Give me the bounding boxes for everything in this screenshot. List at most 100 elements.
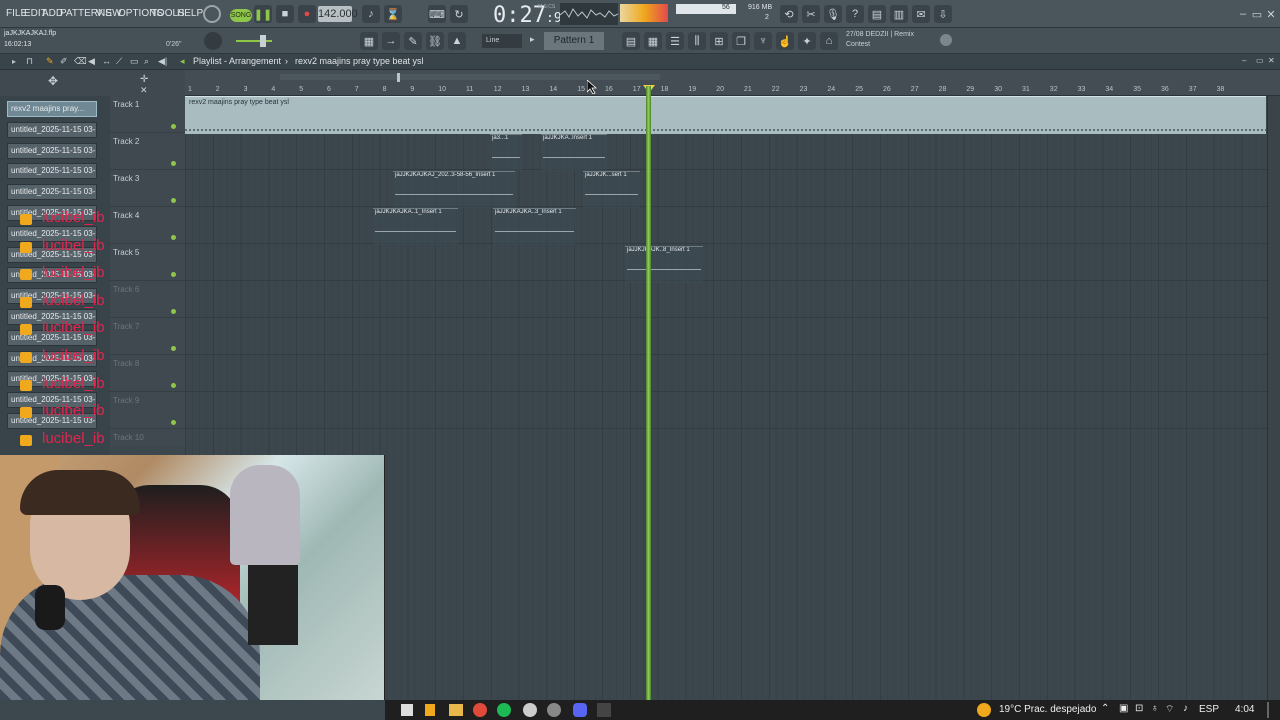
show-desktop-button[interactable] xyxy=(1267,702,1269,718)
chrome-icon[interactable] xyxy=(473,703,487,717)
channel-rack-icon[interactable]: ▦ xyxy=(644,32,662,50)
track-header[interactable]: Track 9 xyxy=(110,392,185,429)
picker-item-pattern[interactable]: untitled_2025-11-15 03-... xyxy=(7,184,97,201)
sliders-icon[interactable]: ⫼ xyxy=(688,32,706,50)
mixer-view-icon[interactable]: ☰ xyxy=(666,32,684,50)
slip-tool-icon[interactable]: ↔ xyxy=(102,56,111,66)
pause-button[interactable]: ❚❚ xyxy=(254,5,272,23)
pattern-clip[interactable]: jaJJKJKAJK..8_Insert 1 xyxy=(625,246,703,283)
language-indicator[interactable]: ESP xyxy=(1199,704,1219,715)
track-mute-led[interactable] xyxy=(171,420,176,425)
bridge-icon[interactable]: ⌂ xyxy=(820,32,838,50)
pattern-clip[interactable]: jaJJKJKAJKA..1_Insert 1 xyxy=(373,208,458,245)
stamp-icon[interactable]: ▲ xyxy=(448,32,466,50)
file-explorer-icon[interactable] xyxy=(449,704,463,716)
tempo-display[interactable]: 142.000 xyxy=(318,6,358,22)
picker-move-icon[interactable]: ✥ xyxy=(48,74,58,88)
snap-selector[interactable]: Line xyxy=(482,34,522,48)
crosshair-icon[interactable]: ✛ xyxy=(140,74,148,85)
piano-roll-icon[interactable]: ▦ xyxy=(360,32,378,50)
task-view-icon[interactable] xyxy=(401,704,413,716)
track-header[interactable]: Track 5 xyxy=(110,244,185,281)
playlist-close-icon[interactable]: ✕ xyxy=(1268,56,1275,65)
track-header[interactable]: Track 3 xyxy=(110,170,185,207)
pattern-clip[interactable]: jaJJKJKA..Insert 1 xyxy=(541,134,607,171)
obs-icon[interactable] xyxy=(547,703,561,717)
track-header[interactable]: Track 6 xyxy=(110,281,185,318)
track-mute-led[interactable] xyxy=(171,235,176,240)
terminal-icon[interactable] xyxy=(597,703,611,717)
master-volume-knob[interactable] xyxy=(204,32,222,50)
playhead-line[interactable] xyxy=(646,86,651,700)
track-mute-led[interactable] xyxy=(171,309,176,314)
tray-expand-icon[interactable]: ⌃ xyxy=(1101,703,1109,714)
playlist-minimize-icon[interactable]: – xyxy=(1242,56,1246,65)
loop-record-icon[interactable]: ↻ xyxy=(450,5,468,23)
scroll-thumb[interactable] xyxy=(397,73,400,82)
select-tool-icon[interactable]: ▭ xyxy=(130,56,139,67)
track-header[interactable]: Track 2 xyxy=(110,133,185,170)
tray-mic-icon[interactable]: ♁ xyxy=(1151,703,1159,714)
track-mute-led[interactable] xyxy=(171,198,176,203)
wait-for-input-icon[interactable]: ⌛ xyxy=(384,5,402,23)
pattern-clip[interactable]: jaJJKJKAJKA..3_Insert 1 xyxy=(493,208,576,245)
pattern-clip[interactable]: jaJJKJKAJKAJ_202..3-58-56_Insert 1 xyxy=(393,171,515,208)
plugin-icon[interactable]: ♆ xyxy=(754,32,772,50)
draw-tool-icon[interactable]: ✎ xyxy=(46,56,54,67)
vertical-scrollbar[interactable] xyxy=(1267,96,1280,700)
wand-icon[interactable]: ✦ xyxy=(798,32,816,50)
tray-network-icon[interactable]: ⊡ xyxy=(1135,703,1143,714)
pattern-clip[interactable]: jaJJKJK...sert 1 xyxy=(583,171,640,208)
download-icon[interactable]: ⇩ xyxy=(934,5,952,23)
clipboard-icon[interactable]: ❐ xyxy=(732,32,750,50)
audio-clip-track-1[interactable]: rexv2 maajins pray type beat ysl xyxy=(185,96,1266,134)
discord-icon[interactable] xyxy=(573,703,587,717)
picker-item-audio[interactable]: rexv2 maajins pray... xyxy=(7,101,97,117)
metronome-icon[interactable]: ♪ xyxy=(362,5,380,23)
timeline-ruler[interactable]: 1 2 3 4 5 6 7 8 9 10 11 12 13 14 15 16 17 18 19 20 21 22 23 24 2… xyxy=(185,70,1280,96)
master-volume-slider[interactable] xyxy=(236,40,272,42)
slider-handle[interactable] xyxy=(260,35,266,47)
picker-item-pattern[interactable]: untitled_2025-11-15 03-... xyxy=(7,163,97,180)
taskbar-clock[interactable]: 4:04 xyxy=(1235,704,1254,715)
browser-icon[interactable]: ⊞ xyxy=(710,32,728,50)
track-mute-led[interactable] xyxy=(171,161,176,166)
track-mute-led[interactable] xyxy=(171,346,176,351)
mixer-icon[interactable]: ▥ xyxy=(890,5,908,23)
tray-volume-icon[interactable]: ♪ xyxy=(1183,703,1188,714)
help-icon[interactable]: ? xyxy=(846,5,864,23)
track-header[interactable]: Track 8 xyxy=(110,355,185,392)
paint-tool-icon[interactable]: ✐ xyxy=(60,56,68,67)
pattern-selector[interactable]: Pattern 1 xyxy=(544,32,604,50)
magnet-icon[interactable]: ⊓ xyxy=(26,56,33,67)
track-header[interactable]: Track 1 xyxy=(110,96,185,133)
playlist-arrow-icon[interactable]: ◂ xyxy=(180,56,185,67)
save-icon[interactable]: ▤ xyxy=(868,5,886,23)
pattern-prev-arrow[interactable]: ▸ xyxy=(530,34,540,48)
track-mute-led[interactable] xyxy=(171,272,176,277)
track-header[interactable]: Track 4 xyxy=(110,207,185,244)
app-icon[interactable] xyxy=(523,703,537,717)
zoom-tool-icon[interactable]: ⌕ xyxy=(144,56,149,67)
song-time-display[interactable]: 0:27:99 xyxy=(493,3,569,28)
mute-tool-icon[interactable]: ◀ xyxy=(88,56,95,67)
record-button[interactable]: ● xyxy=(298,5,316,23)
pencil-icon[interactable]: ✎ xyxy=(404,32,422,50)
track-mute-led[interactable] xyxy=(171,124,176,129)
menu-help[interactable]: HELP xyxy=(177,8,203,19)
tray-camera-icon[interactable]: ▣ xyxy=(1119,703,1128,714)
close-icon[interactable]: ✕ xyxy=(1262,5,1280,23)
arrow-right-icon[interactable]: → xyxy=(382,32,400,50)
playlist-maximize-icon[interactable]: ▭ xyxy=(1256,56,1264,65)
online-news-icon[interactable] xyxy=(940,34,952,46)
fl-studio-taskbar-icon[interactable] xyxy=(425,704,435,716)
playlist-menu-arrow[interactable]: ▸ xyxy=(12,57,16,66)
track-header[interactable]: Track 7 xyxy=(110,318,185,355)
slice-tool-icon[interactable]: ⟋ xyxy=(116,56,122,67)
cut-icon[interactable]: ✂ xyxy=(802,5,820,23)
delete-tool-icon[interactable]: ⌫ xyxy=(74,56,87,67)
picker-item-pattern[interactable]: untitled_2025-11-15 03-... xyxy=(7,142,97,159)
chat-icon[interactable]: ✉ xyxy=(912,5,930,23)
undo-icon[interactable]: ⟲ xyxy=(780,5,798,23)
song-mode-toggle[interactable]: SONG xyxy=(230,9,252,22)
